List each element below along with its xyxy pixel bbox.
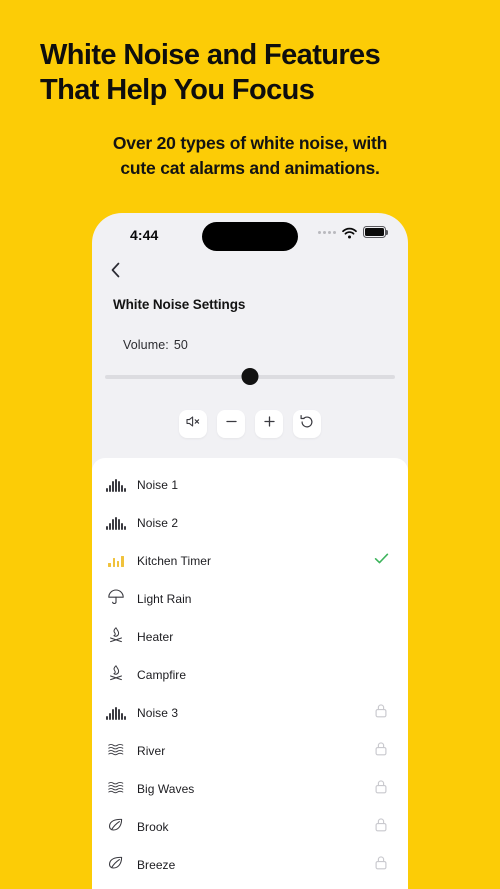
sound-list-item[interactable]: River (92, 732, 408, 770)
bars-icon (108, 555, 124, 567)
sound-list-item[interactable]: Noise 2 (92, 504, 408, 542)
sound-status (372, 514, 390, 532)
promo-title-line2: That Help You Focus (40, 74, 315, 107)
campfire-icon (107, 664, 125, 687)
sound-label: Noise 1 (137, 478, 179, 492)
dynamic-island (202, 222, 298, 251)
promo-title: White Noise and Features That Help You F… (40, 38, 460, 109)
promo-header: White Noise and Features That Help You F… (0, 0, 500, 180)
sound-label: Breeze (137, 858, 176, 872)
lock-icon (374, 703, 388, 724)
sound-icon (105, 740, 127, 762)
volume-label: Volume: (123, 338, 169, 352)
sound-icon (105, 626, 127, 648)
sound-list-item[interactable]: Breeze (92, 846, 408, 884)
sound-list-item[interactable]: Kitchen Timer (92, 542, 408, 580)
sound-label: Heater (137, 630, 174, 644)
volume-slider-thumb[interactable] (241, 368, 259, 385)
sound-label: Kitchen Timer (137, 554, 212, 568)
reset-button[interactable] (293, 410, 321, 438)
sound-status[interactable] (372, 703, 390, 724)
volume-label-row: Volume: 50 (123, 338, 408, 352)
volume-slider[interactable] (105, 368, 395, 386)
waves-icon (107, 778, 125, 801)
battery-full-icon (363, 226, 389, 238)
check-icon (373, 550, 390, 572)
sound-icon (105, 664, 127, 686)
lock-icon (374, 817, 388, 838)
chevron-left-icon[interactable] (105, 259, 127, 281)
umbrella-icon (107, 588, 125, 611)
volume-up-button[interactable] (255, 410, 283, 438)
status-bar-indicators (318, 226, 389, 239)
plus-icon (262, 414, 277, 434)
volume-controls (92, 410, 408, 438)
sound-icon (105, 854, 127, 876)
page-title: White Noise Settings (113, 297, 246, 312)
sound-icon (105, 778, 127, 800)
waves-icon (107, 740, 125, 763)
promo-subtitle: Over 20 types of white noise, with cute … (40, 131, 460, 181)
sound-icon (105, 588, 127, 610)
mute-button[interactable] (179, 410, 207, 438)
sound-list-item[interactable]: Noise 3 (92, 694, 408, 732)
minus-icon (224, 414, 239, 434)
sound-list-item[interactable]: Campfire (92, 656, 408, 694)
sound-status (372, 628, 390, 646)
promo-subtitle-line1: Over 20 types of white noise, with (112, 132, 388, 153)
sound-list: Noise 1 Noise 2 Kitchen Timer Light Rain Hea… (92, 458, 408, 889)
status-bar-time: 4:44 (130, 227, 159, 243)
sound-status (372, 666, 390, 684)
waveform-icon (106, 478, 126, 492)
sound-list-item[interactable]: Brook (92, 808, 408, 846)
sound-icon (105, 702, 127, 724)
reset-rotate-icon (299, 414, 315, 435)
sound-icon (105, 550, 127, 572)
sound-list-item[interactable]: Noise 1 (92, 466, 408, 504)
sound-icon (105, 816, 127, 838)
leaf-icon (107, 816, 125, 839)
sound-label: Noise 3 (137, 706, 179, 720)
volume-down-button[interactable] (217, 410, 245, 438)
sound-status (372, 476, 390, 494)
sound-label: Light Rain (137, 592, 192, 606)
volume-value: 50 (173, 338, 188, 352)
waveform-icon (106, 516, 126, 530)
sound-label: River (137, 744, 166, 758)
waveform-icon (106, 706, 126, 720)
campfire-icon (107, 626, 125, 649)
sound-icon (105, 512, 127, 534)
sound-list-item[interactable]: Heater (92, 618, 408, 656)
wifi-icon (342, 226, 357, 239)
sound-status[interactable] (372, 741, 390, 762)
sound-status[interactable] (372, 855, 390, 876)
sound-list-item[interactable]: Light Rain (92, 580, 408, 618)
lock-icon (374, 855, 388, 876)
sound-label: Big Waves (137, 782, 195, 796)
promo-subtitle-line2: cute cat alarms and animations. (120, 157, 380, 178)
sound-status (372, 552, 390, 570)
phone-mockup: 4:44 White Noise Settings Volume: 50 Noi… (92, 213, 408, 889)
sound-label: Noise 2 (137, 516, 179, 530)
sound-status[interactable] (372, 779, 390, 800)
leaf-icon (107, 854, 125, 877)
sound-label: Campfire (137, 668, 187, 682)
speaker-mute-icon (185, 414, 202, 434)
sound-status (372, 590, 390, 608)
promo-title-line1: White Noise and Features (40, 39, 381, 71)
status-bar: 4:44 (92, 213, 408, 257)
lock-icon (374, 779, 388, 800)
sound-list-item[interactable]: Big Waves (92, 770, 408, 808)
cellular-dots-icon (318, 230, 336, 234)
sound-icon (105, 474, 127, 496)
sound-status[interactable] (372, 817, 390, 838)
lock-icon (374, 741, 388, 762)
sound-label: Brook (137, 820, 169, 834)
nav-bar (92, 257, 408, 293)
